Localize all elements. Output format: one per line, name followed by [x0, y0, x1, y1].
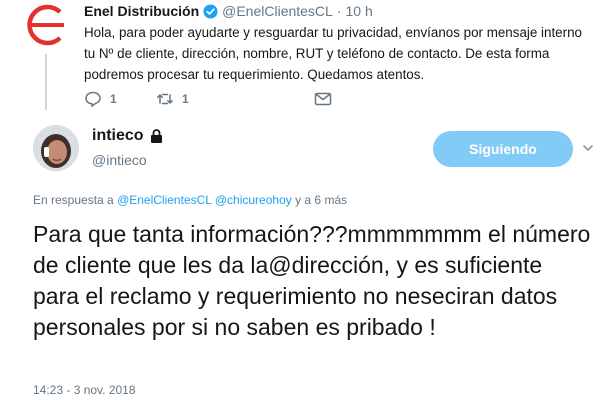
parent-tweet-time[interactable]: 10 h: [346, 3, 373, 19]
enel-logo-icon[interactable]: [24, 3, 68, 47]
reply-context-suffix[interactable]: y a 6 más: [295, 193, 347, 207]
retweet-button[interactable]: 1: [156, 90, 314, 108]
tweet-timestamp[interactable]: 14:23 - 3 nov. 2018: [33, 383, 136, 397]
following-button[interactable]: Siguiendo: [433, 131, 573, 167]
retweet-icon: [157, 93, 173, 105]
reply-author-handle[interactable]: @intieco: [92, 152, 147, 168]
parent-author-handle[interactable]: @EnelClientesCL: [222, 3, 333, 19]
parent-tweet-text: Hola, para poder ayudarte y resguardar t…: [84, 25, 582, 82]
separator-dot: ·: [336, 3, 342, 19]
reply-author-name[interactable]: intieco: [92, 127, 144, 145]
message-icon: [314, 92, 332, 106]
reply-count: 1: [110, 92, 117, 106]
avatar[interactable]: [33, 125, 79, 171]
lock-icon: [150, 129, 162, 143]
mention-link[interactable]: @chicureohoy: [215, 193, 292, 207]
chevron-down-icon[interactable]: [582, 141, 594, 153]
reply-context: En respuesta a @EnelClientesCL @chicureo…: [33, 193, 347, 207]
retweet-count: 1: [182, 92, 189, 106]
tweet-text: Para que tanta información???mmmmmmm el …: [33, 221, 591, 340]
thread-line: [45, 54, 47, 110]
reply-context-prefix: En respuesta a: [33, 193, 114, 207]
reply-button[interactable]: 1: [84, 90, 156, 108]
parent-tweet-header: Enel Distribución @EnelClientesCL · 10 h: [84, 3, 373, 19]
parent-tweet-actions: 1 1: [84, 90, 332, 108]
reply-author: intieco: [92, 127, 163, 145]
mention-link[interactable]: @EnelClientesCL: [117, 193, 211, 207]
parent-author-name[interactable]: Enel Distribución: [84, 3, 199, 19]
verified-icon: [203, 3, 218, 19]
reply-icon: [85, 91, 101, 107]
direct-message-button[interactable]: [314, 90, 332, 108]
